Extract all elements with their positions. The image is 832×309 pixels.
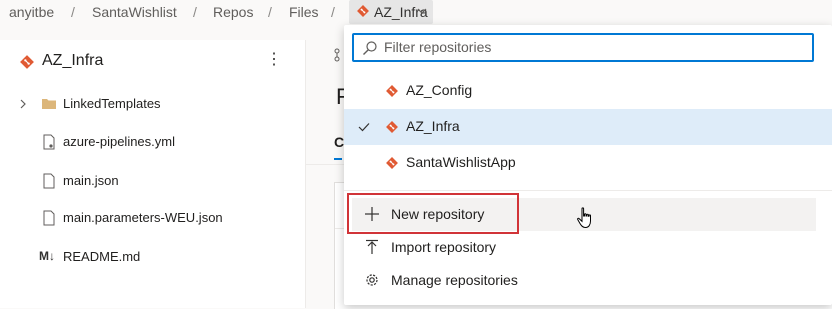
tree-item-file[interactable]: azure-pipelines.yml <box>0 128 305 158</box>
chevron-right-icon[interactable] <box>20 99 26 109</box>
plus-icon <box>364 206 380 222</box>
filter-repositories-input[interactable] <box>384 38 804 56</box>
breadcrumb-separator: / <box>193 4 197 20</box>
tree-item-label: LinkedTemplates <box>63 96 161 111</box>
repo-selector-button[interactable]: AZ_Infra <box>349 0 433 24</box>
checkmark-icon <box>358 122 370 132</box>
tree-item-file[interactable]: main.parameters-WEU.json <box>0 204 305 234</box>
folder-icon <box>41 96 57 112</box>
tree-item-label: main.json <box>63 173 119 188</box>
tree-item-file[interactable]: M↓ README.md <box>0 243 305 273</box>
repo-option[interactable]: AZ_Config <box>344 73 832 109</box>
import-icon <box>364 239 380 255</box>
gear-icon <box>364 272 380 288</box>
tree-item-label: azure-pipelines.yml <box>63 134 175 149</box>
repo-title: AZ_Infra <box>42 52 104 69</box>
git-repo-icon <box>386 85 398 97</box>
chevron-down-icon <box>417 8 427 14</box>
breadcrumb-org[interactable]: anyitbe <box>9 4 54 20</box>
tab-contents[interactable]: C <box>334 134 344 150</box>
breadcrumb-separator: / <box>71 4 75 20</box>
breadcrumb-separator: / <box>268 4 272 20</box>
repo-option-label: AZ_Infra <box>406 118 460 134</box>
tab-underline <box>334 158 342 160</box>
search-icon <box>362 40 378 56</box>
tree-item-folder[interactable]: LinkedTemplates <box>0 90 305 120</box>
action-label: Import repository <box>391 239 497 255</box>
tree-item-file[interactable]: main.json <box>0 167 305 197</box>
breadcrumb-files[interactable]: Files <box>289 4 319 20</box>
import-repository-button[interactable]: Import repository <box>352 231 816 264</box>
dropdown-divider <box>344 190 832 191</box>
manage-repositories-button[interactable]: Manage repositories <box>352 264 816 297</box>
git-repo-icon <box>386 157 398 169</box>
file-tree-panel: AZ_Infra ⋮ LinkedTemplates azure-pipelin… <box>0 40 305 308</box>
breadcrumb-separator: / <box>331 4 335 20</box>
repo-option-label: SantaWishlistApp <box>406 154 516 170</box>
repo-option-selected[interactable]: AZ_Infra <box>344 109 832 145</box>
more-options-icon[interactable]: ⋮ <box>266 52 282 68</box>
repo-option[interactable]: SantaWishlistApp <box>344 145 832 181</box>
markdown-icon: M↓ <box>39 249 55 263</box>
git-repo-icon <box>20 55 34 69</box>
filter-repositories-field[interactable] <box>352 33 814 62</box>
hand-cursor-icon <box>576 207 594 229</box>
pipeline-file-icon <box>41 134 57 150</box>
tree-item-label: README.md <box>63 249 141 264</box>
git-repo-icon <box>386 121 398 133</box>
action-label: Manage repositories <box>391 272 518 288</box>
file-icon <box>41 210 57 226</box>
repo-dropdown: AZ_Config AZ_Infra SantaWishlistApp New … <box>344 25 832 305</box>
breadcrumb-project[interactable]: SantaWishlist <box>92 4 177 20</box>
file-icon <box>41 173 57 189</box>
action-label: New repository <box>391 206 485 222</box>
git-repo-icon <box>357 5 369 17</box>
breadcrumb-repos[interactable]: Repos <box>213 4 253 20</box>
tree-item-label: main.parameters-WEU.json <box>63 210 223 225</box>
breadcrumb: anyitbe / SantaWishlist / Repos / Files … <box>0 0 832 26</box>
repo-option-label: AZ_Config <box>406 82 473 98</box>
